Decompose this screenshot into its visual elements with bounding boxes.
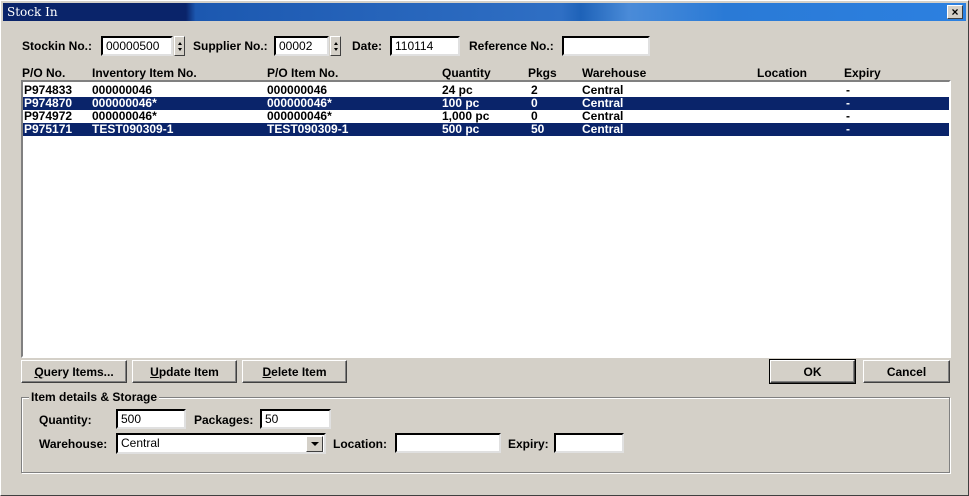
supplier-input[interactable]: 00002 bbox=[274, 36, 329, 56]
date-label: Date: bbox=[352, 39, 383, 53]
stockin-input[interactable]: 00000500 bbox=[101, 36, 173, 56]
supplier-label: Supplier No.: bbox=[193, 39, 268, 53]
col-header-location[interactable]: Location bbox=[757, 66, 807, 80]
stock-in-window: Stock In × Stockin No.: 00000500 Supplie… bbox=[0, 0, 969, 496]
location-input[interactable] bbox=[395, 433, 501, 453]
table-row[interactable]: P974833 000000046 000000046 24 pc 2 Cent… bbox=[23, 84, 949, 97]
cell-pkgs: 50 bbox=[531, 122, 545, 136]
delete-mnemonic: D bbox=[262, 364, 272, 379]
col-header-quantity[interactable]: Quantity bbox=[442, 66, 491, 80]
warehouse-label: Warehouse: bbox=[39, 437, 108, 451]
spinner-down-icon bbox=[334, 48, 338, 51]
col-header-expiry[interactable]: Expiry bbox=[844, 66, 881, 80]
col-header-po-item[interactable]: P/O Item No. bbox=[267, 66, 338, 80]
ok-button[interactable]: OK bbox=[769, 359, 856, 384]
warehouse-select[interactable]: Central bbox=[116, 433, 326, 454]
col-header-po[interactable]: P/O No. bbox=[22, 66, 65, 80]
query-items-button[interactable]: Query Items... bbox=[21, 360, 127, 383]
query-mnemonic: Q bbox=[34, 364, 44, 379]
update-mnemonic: U bbox=[150, 364, 159, 379]
close-icon: × bbox=[951, 5, 959, 19]
col-header-inventory[interactable]: Inventory Item No. bbox=[92, 66, 197, 80]
cancel-button[interactable]: Cancel bbox=[863, 360, 950, 383]
expiry-input[interactable] bbox=[554, 433, 624, 453]
title-bar[interactable]: Stock In × bbox=[3, 3, 966, 21]
stockin-spinner[interactable] bbox=[174, 36, 185, 56]
update-label: pdate Item bbox=[158, 364, 219, 379]
cell-po-item: TEST090309-1 bbox=[267, 122, 349, 136]
cell-quantity: 500 pc bbox=[442, 122, 480, 136]
spinner-up-icon bbox=[178, 42, 182, 45]
delete-label: elete Item bbox=[271, 364, 327, 379]
cell-po: P975171 bbox=[24, 122, 73, 136]
update-item-button[interactable]: Update Item bbox=[132, 360, 237, 383]
cell-inventory: TEST090309-1 bbox=[92, 122, 174, 136]
cell-expiry: - bbox=[846, 122, 850, 136]
item-details-title: Item details & Storage bbox=[29, 390, 160, 404]
location-label: Location: bbox=[333, 437, 387, 451]
query-label: uery Items... bbox=[43, 364, 114, 379]
date-input[interactable]: 110114 bbox=[390, 36, 460, 56]
col-header-warehouse[interactable]: Warehouse bbox=[582, 66, 646, 80]
spinner-up-icon bbox=[334, 42, 338, 45]
window-title: Stock In bbox=[7, 5, 58, 19]
stockin-label: Stockin No.: bbox=[22, 39, 93, 53]
reference-input[interactable] bbox=[562, 36, 650, 56]
expiry-label: Expiry: bbox=[508, 437, 549, 451]
quantity-label: Quantity: bbox=[39, 413, 92, 427]
close-button[interactable]: × bbox=[947, 5, 963, 19]
quantity-input[interactable]: 500 bbox=[116, 409, 186, 429]
packages-input[interactable]: 50 bbox=[260, 409, 331, 429]
cell-warehouse: Central bbox=[582, 122, 624, 136]
delete-item-button[interactable]: Delete Item bbox=[242, 360, 347, 383]
col-header-pkgs[interactable]: Pkgs bbox=[528, 66, 557, 80]
chevron-down-icon[interactable] bbox=[306, 436, 323, 452]
warehouse-value: Central bbox=[121, 436, 160, 450]
reference-label: Reference No.: bbox=[469, 39, 554, 53]
spinner-down-icon bbox=[178, 48, 182, 51]
supplier-spinner[interactable] bbox=[330, 36, 341, 56]
table-row[interactable]: P975171 TEST090309-1 TEST090309-1 500 pc… bbox=[23, 123, 949, 136]
items-list[interactable]: P974833 000000046 000000046 24 pc 2 Cent… bbox=[21, 80, 951, 358]
packages-label: Packages: bbox=[194, 413, 254, 427]
